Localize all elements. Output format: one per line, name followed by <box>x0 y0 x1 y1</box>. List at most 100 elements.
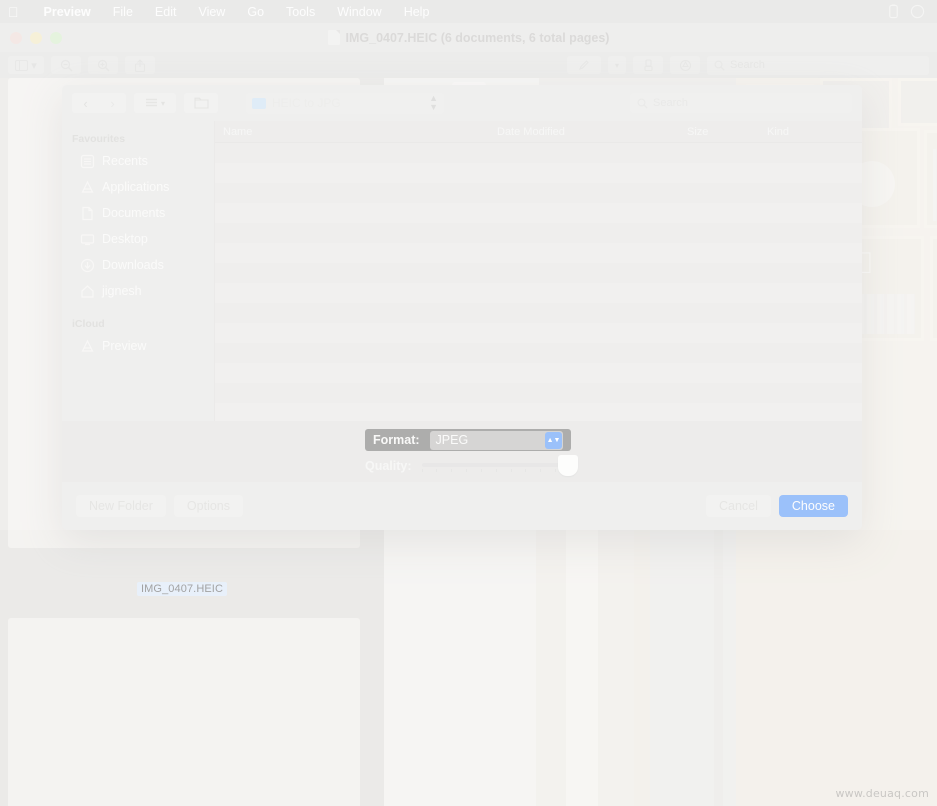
thumbnail-page-2[interactable] <box>8 618 360 806</box>
sidebar-item-downloads[interactable]: Downloads <box>62 252 214 278</box>
list-view-icon <box>145 98 157 107</box>
menu-item-go[interactable]: Go <box>236 2 275 21</box>
column-header-size[interactable]: Size <box>687 126 767 138</box>
table-row[interactable] <box>215 243 862 263</box>
highlight-button[interactable] <box>633 56 663 74</box>
new-folder-toolbar-button[interactable] <box>184 93 218 113</box>
sidebar-item-label: Downloads <box>102 258 164 272</box>
location-value: HEIC to JPG <box>272 96 341 110</box>
window-title: IMG_0407.HEIC (6 documents, 6 total page… <box>327 30 610 45</box>
sidebar-item-label: Documents <box>102 206 166 220</box>
menu-bar-status-area[interactable] <box>886 4 929 19</box>
dialog-footer[interactable]: New Folder Options Cancel Choose <box>62 482 862 530</box>
file-list-rows[interactable] <box>215 143 862 423</box>
dialog-search-field[interactable]: Search <box>630 93 852 113</box>
format-select[interactable]: JPEG ▲▼ <box>429 430 563 450</box>
zoom-out-button[interactable] <box>51 56 81 74</box>
sidebar-item-preview[interactable]: Preview <box>62 333 214 359</box>
chevron-left-icon: ‹ <box>83 95 88 111</box>
table-row[interactable] <box>215 343 862 363</box>
quality-row[interactable]: Quality: <box>365 455 578 476</box>
menu-item-file[interactable]: File <box>102 2 144 21</box>
rotate-icon <box>679 59 691 71</box>
table-row[interactable] <box>215 383 862 403</box>
window-title-bar[interactable]: IMG_0407.HEIC (6 documents, 6 total page… <box>0 23 937 52</box>
format-row[interactable]: Format: JPEG ▲▼ <box>365 429 571 451</box>
table-row[interactable] <box>215 143 862 163</box>
dialog-toolbar[interactable]: ‹ › ▾ HEIC to JPG ▲ ▼ Search <box>62 85 862 121</box>
table-row[interactable] <box>215 363 862 383</box>
table-row[interactable] <box>215 323 862 343</box>
menu-item-tools[interactable]: Tools <box>275 2 326 21</box>
share-icon <box>134 58 146 72</box>
menu-item-edit[interactable]: Edit <box>144 2 188 21</box>
back-button[interactable]: ‹ <box>72 93 99 113</box>
dialog-sidebar[interactable]: Favourites Recents Applications Document… <box>62 121 215 421</box>
table-row[interactable] <box>215 183 862 203</box>
sidebar-view-button[interactable]: ▾ <box>8 56 44 74</box>
control-center-icon[interactable] <box>910 4 925 19</box>
close-button[interactable] <box>10 32 22 44</box>
zoom-button[interactable] <box>50 32 62 44</box>
sidebar-item-documents[interactable]: Documents <box>62 200 214 226</box>
file-list-column-headers[interactable]: Name Date Modified Size Kind <box>215 121 862 143</box>
preview-app-icon <box>81 339 94 352</box>
column-header-kind[interactable]: Kind <box>767 126 862 138</box>
forward-button[interactable]: › <box>99 93 126 113</box>
menu-item-window[interactable]: Window <box>326 2 392 21</box>
zoom-in-button[interactable] <box>88 56 118 74</box>
quality-slider[interactable] <box>421 455 578 476</box>
thumbnail-filename-label[interactable]: IMG_0407.HEIC <box>137 582 228 596</box>
view-mode-button[interactable]: ▾ <box>134 93 176 113</box>
slider-thumb[interactable] <box>558 455 578 476</box>
table-row[interactable] <box>215 163 862 183</box>
new-folder-icon <box>193 97 209 109</box>
sidebar-item-jignesh[interactable]: jignesh <box>62 278 214 304</box>
table-row[interactable] <box>215 203 862 223</box>
downloads-icon <box>80 258 95 272</box>
screen: IMG_0407.HEIC you y? <box>0 0 937 806</box>
cancel-button[interactable]: Cancel <box>705 495 771 517</box>
window-controls[interactable] <box>10 32 62 44</box>
navigation-buttons[interactable]: ‹ › <box>72 93 126 113</box>
window-title-text: IMG_0407.HEIC (6 documents, 6 total page… <box>345 30 610 45</box>
sidebar-item-applications[interactable]: Applications <box>62 174 214 200</box>
sidebar-item-recents[interactable]: Recents <box>62 148 214 174</box>
menu-item-view[interactable]: View <box>187 2 236 21</box>
dialog-body: Favourites Recents Applications Document… <box>62 121 862 423</box>
minimize-button[interactable] <box>30 32 42 44</box>
menu-bar[interactable]:  Preview File Edit View Go Tools Window… <box>0 0 937 23</box>
watermark: www.deuaq.com <box>835 787 929 800</box>
up-down-chevron-icon[interactable]: ▲▼ <box>545 431 562 449</box>
shelf-cell <box>898 78 937 126</box>
choose-button[interactable]: Choose <box>778 495 848 517</box>
column-header-date-modified[interactable]: Date Modified <box>497 126 687 138</box>
rotate-button[interactable] <box>670 56 700 74</box>
table-row[interactable] <box>215 263 862 283</box>
table-row[interactable] <box>215 283 862 303</box>
options-button[interactable]: Options <box>173 495 244 517</box>
table-row[interactable] <box>215 303 862 323</box>
location-popup-button[interactable]: HEIC to JPG ▲ ▼ <box>246 92 444 114</box>
toolbar-search-field[interactable]: Search <box>707 55 929 75</box>
table-row[interactable] <box>215 223 862 243</box>
toolbar-search-placeholder: Search <box>730 59 765 71</box>
new-folder-button[interactable]: New Folder <box>76 495 166 517</box>
share-button[interactable] <box>125 56 155 74</box>
menu-item-preview[interactable]: Preview <box>33 2 102 21</box>
sidebar-section-icloud-title: iCloud <box>72 318 105 330</box>
battery-icon[interactable] <box>886 4 901 19</box>
column-header-name[interactable]: Name <box>215 126 497 138</box>
markup-pen-icon <box>579 60 589 70</box>
sidebar-item-desktop[interactable]: Desktop <box>62 226 214 252</box>
menu-item-help[interactable]: Help <box>393 2 441 21</box>
export-save-dialog[interactable]: ‹ › ▾ HEIC to JPG ▲ ▼ Search Favourites … <box>62 85 862 530</box>
markup-button[interactable] <box>567 56 601 74</box>
apple-menu-icon[interactable]:  <box>8 5 19 19</box>
window-toolbar[interactable]: ▾ ▾ Search <box>0 52 937 78</box>
format-value: JPEG <box>435 433 469 447</box>
markup-options-button[interactable]: ▾ <box>608 56 626 74</box>
file-list[interactable]: Name Date Modified Size Kind <box>215 121 862 423</box>
document-icon <box>327 30 340 45</box>
table-row[interactable] <box>215 403 862 423</box>
